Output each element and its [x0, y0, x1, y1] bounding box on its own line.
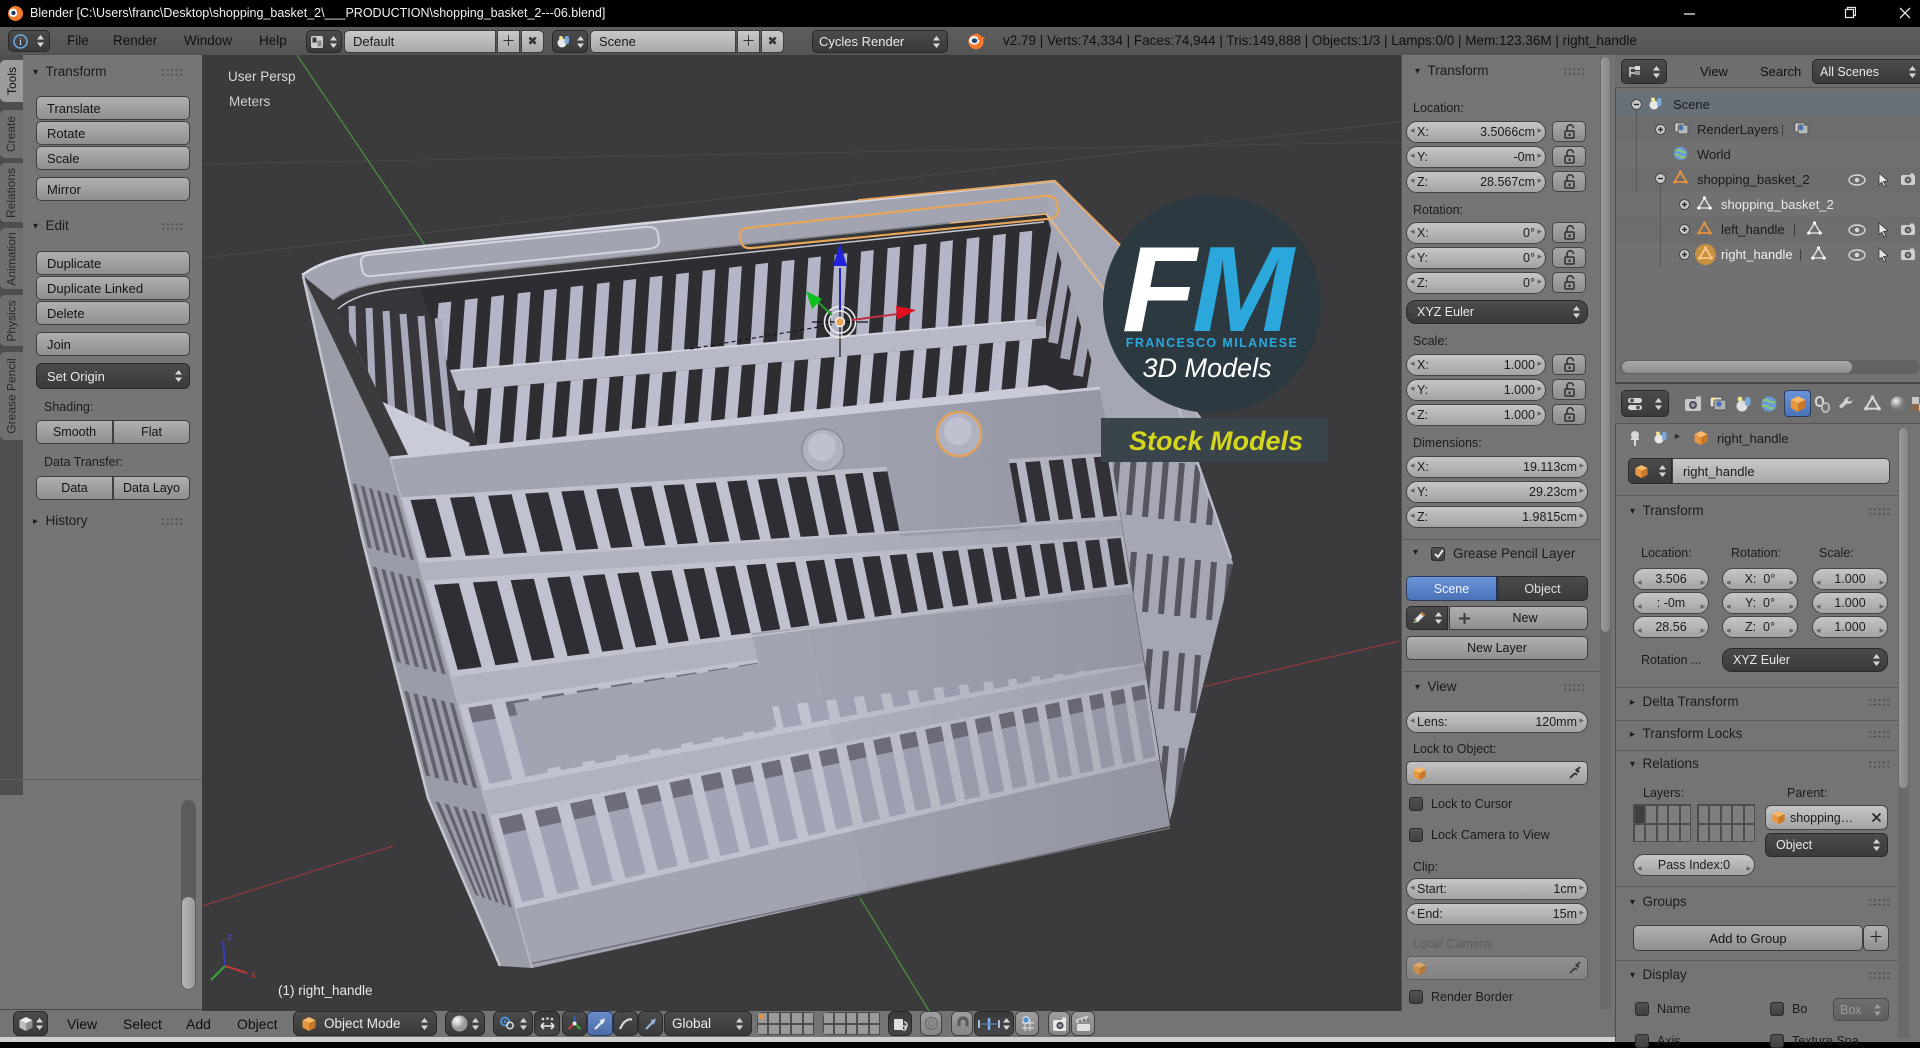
- svg-text:3D Models: 3D Models: [1142, 353, 1271, 383]
- svg-text:z: z: [227, 932, 232, 943]
- svg-text:x: x: [251, 970, 256, 981]
- svg-text:(1) right_handle: (1) right_handle: [278, 983, 373, 998]
- svg-text:Meters: Meters: [229, 94, 271, 109]
- svg-text:Stock Models: Stock Models: [1129, 426, 1303, 456]
- svg-text:User Persp: User Persp: [228, 69, 296, 84]
- svg-text:FRANCESCO MILANESE: FRANCESCO MILANESE: [1126, 336, 1298, 350]
- svg-text:i: i: [19, 37, 22, 48]
